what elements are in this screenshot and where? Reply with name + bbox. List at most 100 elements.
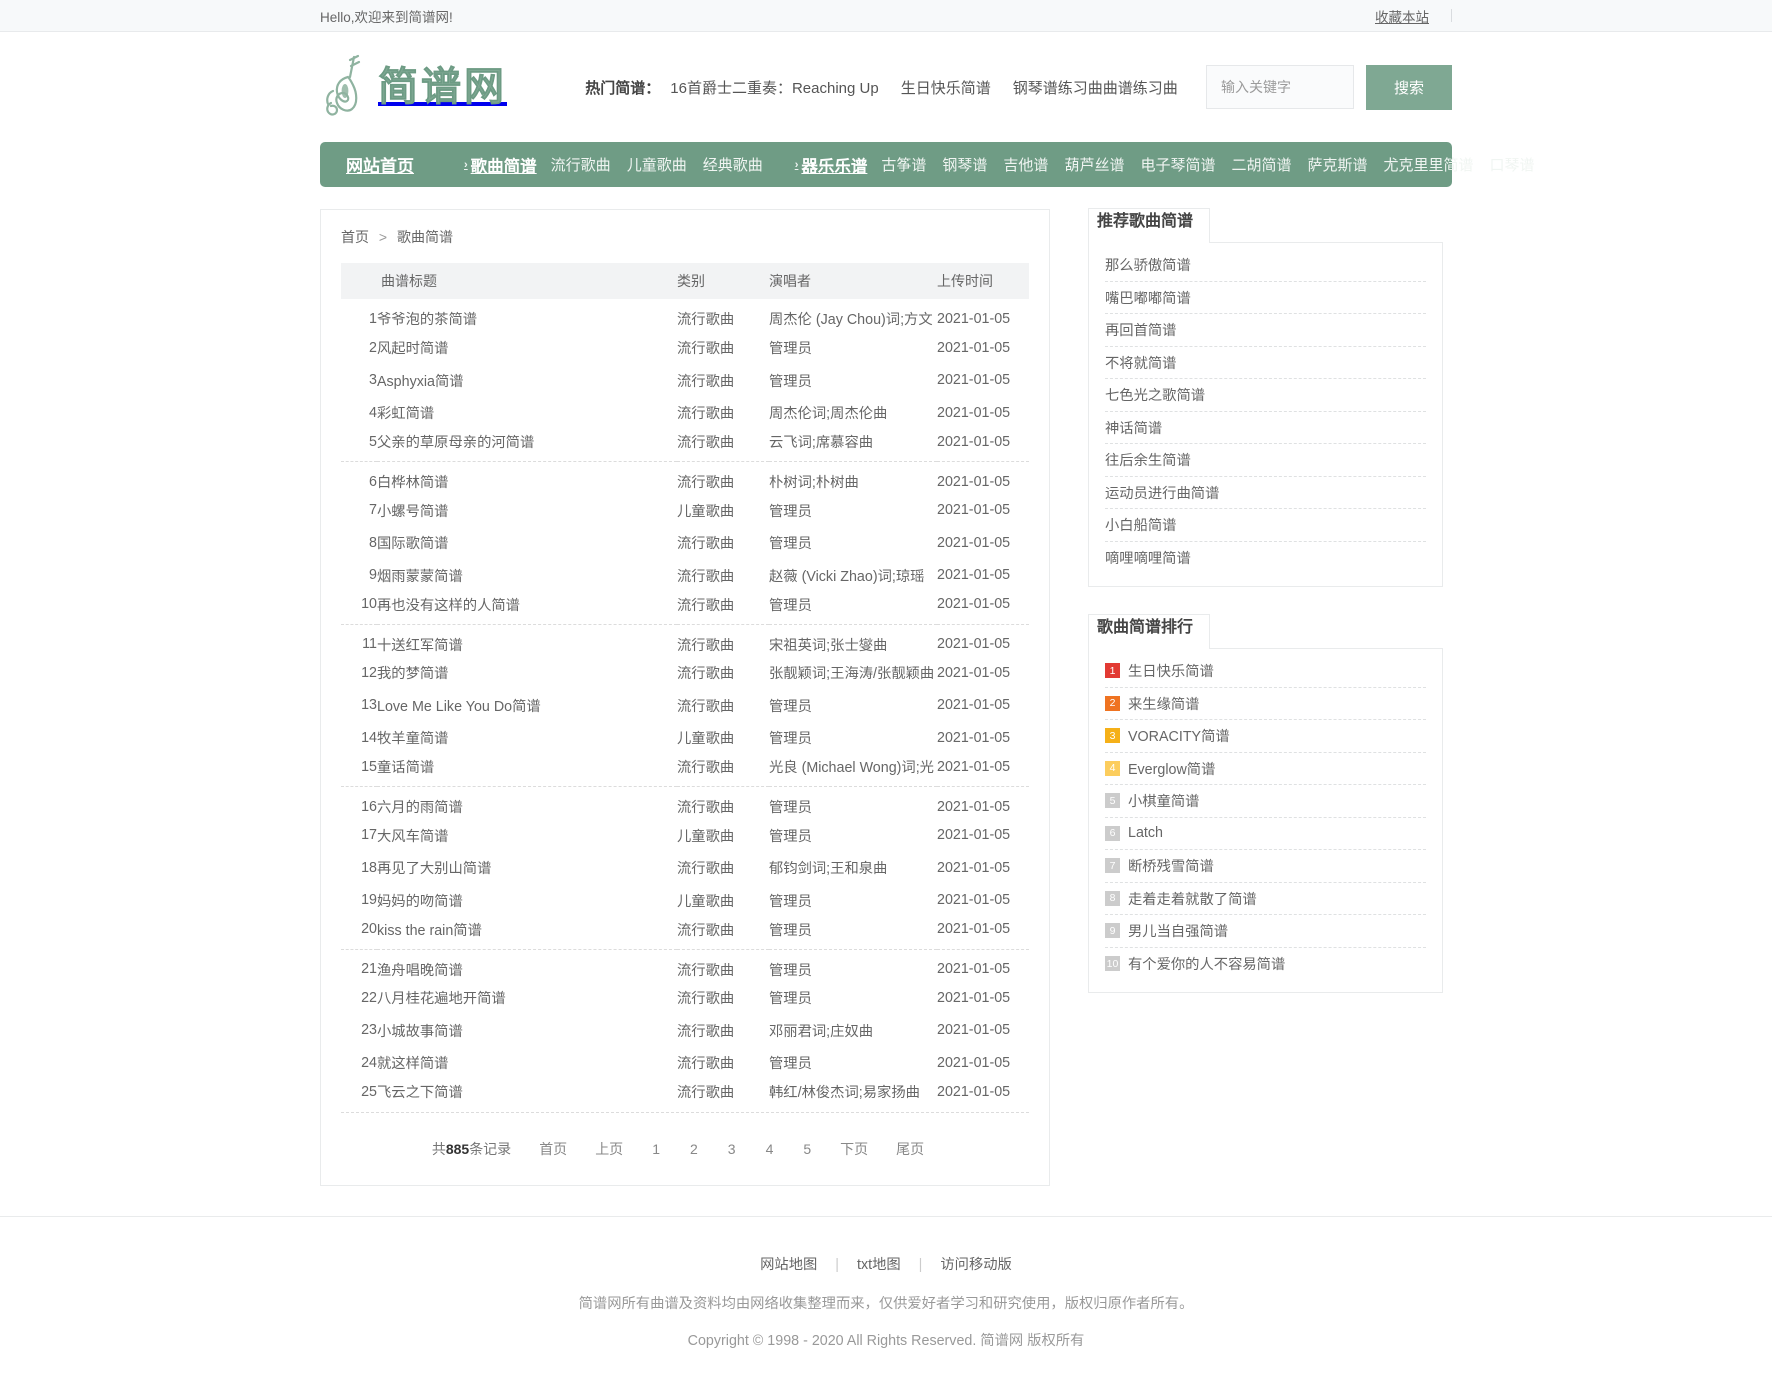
- table-row[interactable]: 9 烟雨蒙蒙简谱 流行歌曲 赵薇 (Vicki Zhao)词;琼瑶 2021-01-05: [341, 559, 1029, 592]
- row-title-link[interactable]: 牧羊童简谱: [377, 731, 448, 747]
- row-title-link[interactable]: 风起时简谱: [377, 341, 448, 357]
- row-title[interactable]: 彩虹简谱: [377, 397, 677, 430]
- row-title-link[interactable]: 我的梦简谱: [377, 666, 448, 682]
- ranking-item[interactable]: 4 Everglow简谱: [1105, 753, 1426, 785]
- row-title-link[interactable]: Love Me Like You Do简谱: [377, 699, 541, 715]
- row-title-link[interactable]: 妈妈的吻简谱: [377, 894, 463, 910]
- ranking-item[interactable]: 1 生日快乐简谱: [1105, 655, 1426, 688]
- nav-head-instruments[interactable]: › 器乐乐谱: [795, 153, 868, 177]
- table-row[interactable]: 16 六月的雨简谱 流行歌曲 管理员 2021-01-05: [341, 787, 1029, 820]
- nav-item-pop[interactable]: 流行歌曲: [551, 154, 611, 175]
- table-row[interactable]: 24 就这样简谱 流行歌曲 管理员 2021-01-05: [341, 1047, 1029, 1080]
- nav-item-ukulele[interactable]: 尤克里里简谱: [1384, 154, 1474, 175]
- nav-item-erhu[interactable]: 二胡简谱: [1231, 154, 1291, 175]
- row-title[interactable]: 国际歌简谱: [377, 527, 677, 560]
- row-title-link[interactable]: 烟雨蒙蒙简谱: [377, 569, 463, 585]
- row-title-link[interactable]: 八月桂花遍地开简谱: [377, 991, 506, 1007]
- recommend-item-link[interactable]: 嘴巴嘟嘟简谱: [1105, 287, 1191, 308]
- table-row[interactable]: 6 白桦林简谱 流行歌曲 朴树词;朴树曲 2021-01-05: [341, 462, 1029, 495]
- row-title[interactable]: 妈妈的吻简谱: [377, 884, 677, 917]
- ranking-item-link[interactable]: 有个爱你的人不容易简谱: [1128, 953, 1285, 974]
- row-title[interactable]: 就这样简谱: [377, 1047, 677, 1080]
- row-title-link[interactable]: 小螺号简谱: [377, 504, 448, 520]
- row-title[interactable]: 再也没有这样的人简谱: [377, 592, 677, 625]
- row-title[interactable]: 我的梦简谱: [377, 657, 677, 690]
- search-input[interactable]: [1206, 65, 1354, 109]
- ranking-item-link[interactable]: Latch: [1128, 825, 1163, 841]
- hot-link-2[interactable]: 生日快乐简谱: [901, 77, 991, 98]
- row-title-link[interactable]: 六月的雨简谱: [377, 800, 463, 816]
- recommend-item-link[interactable]: 小白船简谱: [1105, 514, 1176, 535]
- ranking-item[interactable]: 9 男儿当自强简谱: [1105, 915, 1426, 948]
- row-title[interactable]: 六月的雨简谱: [377, 787, 677, 820]
- row-title[interactable]: 小螺号简谱: [377, 494, 677, 527]
- row-title-link[interactable]: kiss the rain简谱: [377, 923, 482, 939]
- nav-item-harmonica[interactable]: 口琴谱: [1490, 154, 1535, 175]
- table-row[interactable]: 23 小城故事简谱 流行歌曲 邓丽君词;庄奴曲 2021-01-05: [341, 1014, 1029, 1047]
- row-title[interactable]: 渔舟唱晚简谱: [377, 949, 677, 982]
- ranking-item-link[interactable]: 断桥残雪简谱: [1128, 855, 1214, 876]
- nav-item-piano[interactable]: 钢琴谱: [942, 154, 987, 175]
- table-row[interactable]: 13 Love Me Like You Do简谱 流行歌曲 管理员 2021-01-05: [341, 689, 1029, 722]
- recommend-item-link[interactable]: 那么骄傲简谱: [1105, 254, 1191, 275]
- nav-item-guzheng[interactable]: 古筝谱: [881, 154, 926, 175]
- row-title-link[interactable]: 十送红军简谱: [377, 638, 463, 654]
- footer-sitemap[interactable]: 网站地图: [760, 1257, 817, 1273]
- row-title-link[interactable]: 飞云之下简谱: [377, 1085, 463, 1101]
- table-row[interactable]: 17 大风车简谱 儿童歌曲 管理员 2021-01-05: [341, 819, 1029, 852]
- row-title[interactable]: 八月桂花遍地开简谱: [377, 982, 677, 1015]
- table-row[interactable]: 19 妈妈的吻简谱 儿童歌曲 管理员 2021-01-05: [341, 884, 1029, 917]
- nav-item-guitar[interactable]: 吉他谱: [1003, 154, 1048, 175]
- row-title-link[interactable]: 就这样简谱: [377, 1056, 448, 1072]
- recommend-item-link[interactable]: 七色光之歌简谱: [1105, 384, 1205, 405]
- ranking-item-link[interactable]: 生日快乐简谱: [1128, 660, 1214, 681]
- ranking-item-link[interactable]: VORACITY简谱: [1128, 725, 1230, 746]
- ranking-item[interactable]: 6 Latch: [1105, 818, 1426, 850]
- row-title[interactable]: 爷爷泡的茶简谱: [377, 299, 677, 332]
- recommend-item[interactable]: 那么骄傲简谱: [1105, 249, 1426, 282]
- ranking-item[interactable]: 7 断桥残雪简谱: [1105, 850, 1426, 883]
- row-title[interactable]: Asphyxia简谱: [377, 364, 677, 397]
- table-row[interactable]: 10 再也没有这样的人简谱 流行歌曲 管理员 2021-01-05: [341, 592, 1029, 625]
- site-logo-link[interactable]: 简谱网: [320, 51, 507, 123]
- row-title[interactable]: 白桦林简谱: [377, 462, 677, 495]
- nav-item-electone[interactable]: 电子琴简谱: [1140, 154, 1215, 175]
- row-title-link[interactable]: 爷爷泡的茶简谱: [377, 312, 477, 328]
- ranking-item-link[interactable]: 来生缘简谱: [1128, 693, 1199, 714]
- recommend-item-link[interactable]: 不将就简谱: [1105, 352, 1176, 373]
- page-1[interactable]: 1: [637, 1141, 675, 1157]
- table-row[interactable]: 20 kiss the rain简谱 流行歌曲 管理员 2021-01-05: [341, 917, 1029, 950]
- table-row[interactable]: 1 爷爷泡的茶简谱 流行歌曲 周杰伦 (Jay Chou)词;方文 2021-01-05: [341, 299, 1029, 332]
- row-title[interactable]: kiss the rain简谱: [377, 917, 677, 950]
- recommend-item-link[interactable]: 嘀哩嘀哩简谱: [1105, 547, 1191, 568]
- row-title-link[interactable]: 小城故事简谱: [377, 1024, 463, 1040]
- row-title-link[interactable]: 彩虹简谱: [377, 406, 434, 422]
- nav-item-children[interactable]: 儿童歌曲: [627, 154, 687, 175]
- ranking-item-link[interactable]: 走着走着就散了简谱: [1128, 888, 1257, 909]
- table-row[interactable]: 5 父亲的草原母亲的河简谱 流行歌曲 云飞词;席慕容曲 2021-01-05: [341, 429, 1029, 462]
- row-title-link[interactable]: 白桦林简谱: [377, 475, 448, 491]
- table-row[interactable]: 15 童话简谱 流行歌曲 光良 (Michael Wong)词;光 2021-01-05: [341, 754, 1029, 787]
- row-title[interactable]: 小城故事简谱: [377, 1014, 677, 1047]
- recommend-item[interactable]: 往后余生简谱: [1105, 444, 1426, 477]
- row-title-link[interactable]: 渔舟唱晚简谱: [377, 963, 463, 979]
- page-2[interactable]: 2: [675, 1141, 713, 1157]
- page-first[interactable]: 首页: [525, 1139, 581, 1159]
- recommend-item[interactable]: 神话简谱: [1105, 412, 1426, 444]
- ranking-item-link[interactable]: 男儿当自强简谱: [1128, 920, 1228, 941]
- page-4[interactable]: 4: [751, 1141, 789, 1157]
- recommend-item[interactable]: 嘴巴嘟嘟简谱: [1105, 282, 1426, 314]
- hot-link-3[interactable]: 钢琴谱练习曲曲谱练习曲: [1013, 77, 1178, 98]
- page-last[interactable]: 尾页: [882, 1139, 938, 1159]
- footer-mobile[interactable]: 访问移动版: [940, 1257, 1011, 1273]
- table-row[interactable]: 11 十送红军简谱 流行歌曲 宋祖英词;张士燮曲 2021-01-05: [341, 624, 1029, 657]
- ranking-item-link[interactable]: 小棋童简谱: [1128, 790, 1199, 811]
- table-row[interactable]: 18 再见了大别山简谱 流行歌曲 郁钧剑词;王和泉曲 2021-01-05: [341, 852, 1029, 885]
- recommend-item-link[interactable]: 运动员进行曲简谱: [1105, 482, 1219, 503]
- row-title[interactable]: 再见了大别山简谱: [377, 852, 677, 885]
- row-title-link[interactable]: 再也没有这样的人简谱: [377, 598, 520, 614]
- recommend-item-link[interactable]: 神话简谱: [1105, 417, 1162, 438]
- table-row[interactable]: 2 风起时简谱 流行歌曲 管理员 2021-01-05: [341, 332, 1029, 365]
- recommend-item[interactable]: 嘀哩嘀哩简谱: [1105, 542, 1426, 575]
- row-title[interactable]: 父亲的草原母亲的河简谱: [377, 429, 677, 462]
